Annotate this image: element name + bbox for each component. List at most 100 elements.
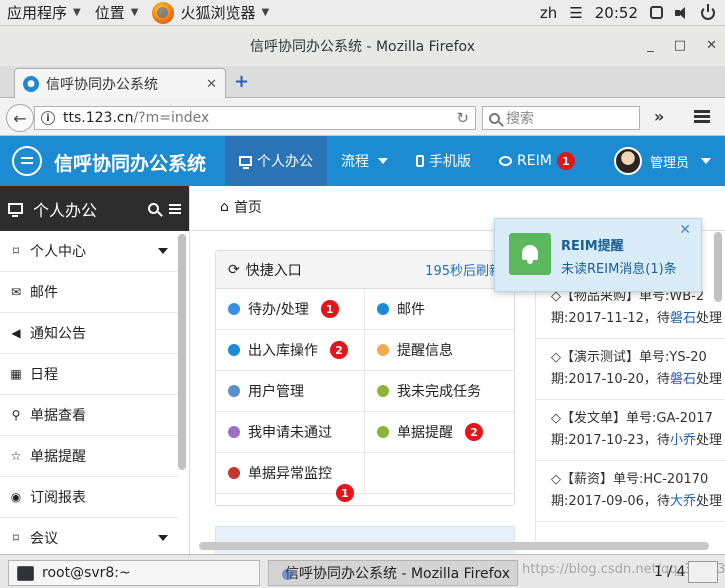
quick-entry-item[interactable]: 我未完成任务: [365, 371, 514, 412]
sidebar-item[interactable]: ⚲ 单据查看: [0, 395, 178, 436]
browser-tab-bar: ● 信呼协同办公系统 ✕ +: [0, 66, 725, 99]
record-date: 期:2017-10-23，待: [551, 433, 670, 448]
quick-entry-item[interactable]: 我申请未通过: [216, 412, 365, 453]
taskbar-item-terminal[interactable]: root@svr8:~: [8, 560, 260, 586]
new-tab-icon[interactable]: +: [234, 71, 249, 92]
nav-label: REIM: [517, 153, 552, 169]
horizontal-scrollbar[interactable]: [199, 542, 709, 550]
sidebar-item[interactable]: ⌑ 个人中心: [0, 231, 178, 272]
hamburger-menu-icon[interactable]: [694, 110, 710, 123]
taskbar: root@svr8:~ 信呼协同办公系统 - Mozilla Firefox h…: [0, 554, 725, 588]
user-menu[interactable]: 管理员: [610, 136, 725, 186]
back-arrow-icon[interactable]: ←: [6, 104, 34, 132]
close-icon[interactable]: ✕: [706, 38, 717, 53]
quick-entry-item[interactable]: 提醒信息: [365, 330, 514, 371]
close-tab-icon[interactable]: ✕: [206, 77, 217, 92]
quick-entry-item[interactable]: 单据提醒 2: [365, 412, 514, 453]
clock[interactable]: 20:52: [595, 4, 638, 22]
applications-menu-label: 应用程序: [7, 4, 68, 22]
nav-personal-office[interactable]: 个人办公: [225, 136, 327, 186]
refresh-countdown-link[interactable]: 195秒后刷新: [425, 260, 502, 279]
browser-nav-bar: ← i tts.123.cn/?m=index ↻ 搜索 »: [0, 98, 725, 136]
list-item[interactable]: ◇【薪资】单号:HC-20170 期:2017-09-06，待大乔处理: [535, 461, 725, 522]
sidebar-item[interactable]: ☆ 单据提醒: [0, 436, 178, 477]
record-meta: 期:2017-10-20，待磐石处理: [551, 369, 725, 391]
volume-icon[interactable]: [675, 6, 689, 20]
record-action: 处理: [695, 311, 722, 326]
overflow-chevron-icon[interactable]: »: [654, 107, 664, 126]
record-assignee-link[interactable]: 小乔: [670, 433, 696, 448]
quick-entry-label: 单据异常监控: [248, 466, 332, 482]
list-item[interactable]: ◇【发文单】单号:GA-2017 期:2017-10-23，待小乔处理: [535, 400, 725, 461]
quick-entry-label: 我未完成任务: [397, 384, 481, 400]
minimize-icon[interactable]: _: [647, 38, 654, 53]
search-icon[interactable]: [148, 203, 159, 214]
power-icon[interactable]: [701, 3, 715, 20]
sidebar-item[interactable]: ▦ 日程: [0, 354, 178, 395]
info-circle-icon: [228, 426, 240, 438]
site-info-icon[interactable]: i: [41, 111, 55, 125]
refresh-icon[interactable]: ⟳: [228, 262, 240, 278]
notification-message[interactable]: 未读REIM消息(1)条: [561, 258, 677, 277]
record-title: ◇【薪资】单号:HC-20170: [551, 472, 709, 487]
sidebar-item[interactable]: ◉ 订阅报表: [0, 477, 178, 518]
record-assignee-link[interactable]: 磐石: [670, 311, 696, 326]
bell-icon: [377, 344, 389, 356]
record-action: 处理: [695, 433, 722, 448]
record-assignee-link[interactable]: 磐石: [670, 372, 696, 387]
sidebar-item[interactable]: ⌑ 会议: [0, 518, 178, 554]
record-action: 处理: [695, 494, 722, 509]
speaker-icon: ◀: [11, 326, 21, 340]
list-item[interactable]: ◇【演示测试】单号:YS-20 期:2017-10-20，待磐石处理: [535, 339, 725, 400]
list-menu-icon[interactable]: [169, 203, 181, 214]
taskbar-item-firefox[interactable]: 信呼协同办公系统 - Mozilla Firefox: [268, 560, 518, 586]
reload-icon[interactable]: ↻: [456, 109, 469, 127]
rss-icon: ◉: [10, 490, 22, 504]
url-bar[interactable]: i tts.123.cn/?m=index ↻: [34, 106, 476, 130]
avatar: [614, 147, 642, 175]
workspace-switcher[interactable]: [688, 561, 718, 583]
sidebar-header: 个人办公: [0, 186, 189, 231]
sidebar-item[interactable]: ◀ 通知公告: [0, 313, 178, 354]
nav-workflow[interactable]: 流程: [327, 136, 402, 186]
search-placeholder: 搜索: [506, 111, 534, 127]
firefox-icon: [152, 1, 175, 24]
dropdown-arrow-icon: ▼: [73, 7, 81, 18]
sidebar-item-label: 单据查看: [30, 408, 86, 424]
quick-entry-item[interactable]: 用户管理: [216, 371, 365, 412]
quick-entry-item[interactable]: 单据异常监控 1: [216, 453, 365, 502]
quick-entry-item[interactable]: 邮件: [365, 289, 514, 330]
nav-mobile[interactable]: 手机版: [402, 136, 485, 186]
reim-notification[interactable]: REIM提醒 未读REIM消息(1)条 ✕: [494, 218, 702, 292]
close-icon[interactable]: ✕: [679, 222, 691, 238]
search-bar[interactable]: 搜索: [482, 106, 640, 130]
quick-entry-item[interactable]: 出入库操作 2: [216, 330, 365, 371]
sidebar-item[interactable]: ✉ 邮件: [0, 272, 178, 313]
browser-tab[interactable]: ● 信呼协同办公系统 ✕: [14, 68, 226, 99]
plus-circle-icon: [228, 344, 240, 356]
maximize-icon[interactable]: □: [674, 38, 686, 53]
record-assignee-link[interactable]: 大乔: [670, 494, 696, 509]
count-badge: 2: [330, 341, 348, 359]
book-icon: [377, 385, 389, 397]
input-method-indicator[interactable]: zh: [540, 4, 557, 22]
count-badge: 2: [465, 423, 483, 441]
app-title[interactable]: 信呼协同办公系统: [54, 149, 206, 176]
tab-home-label: 首页: [233, 199, 262, 216]
quick-entry-label: 待办/处理: [248, 302, 309, 318]
taskbar-label: 信呼协同办公系统 - Mozilla Firefox: [285, 566, 510, 582]
places-menu[interactable]: 位置 ▼: [88, 2, 146, 23]
nav-reim[interactable]: REIM 1: [485, 136, 589, 186]
applications-menu[interactable]: 应用程序 ▼: [0, 2, 88, 23]
sidebar-scrollbar[interactable]: [178, 234, 186, 470]
quick-entry-item[interactable]: 待办/处理 1: [216, 289, 365, 330]
sidebar-item-label: 日程: [30, 367, 58, 383]
active-app-menu[interactable]: 火狐浏览器 ▼: [145, 1, 276, 24]
workspace-pager-label[interactable]: 1 / 4: [654, 564, 685, 580]
tab-home[interactable]: ⌂ 首页: [203, 186, 279, 230]
vertical-scrollbar[interactable]: [714, 232, 722, 302]
record-date: 期:2017-09-06，待: [551, 494, 670, 509]
window-list-icon[interactable]: [650, 6, 663, 19]
sidebar-item-label: 单据提醒: [30, 449, 86, 465]
system-top-bar: 应用程序 ▼ 位置 ▼ 火狐浏览器 ▼ zh ☰ 20:52: [0, 0, 725, 26]
